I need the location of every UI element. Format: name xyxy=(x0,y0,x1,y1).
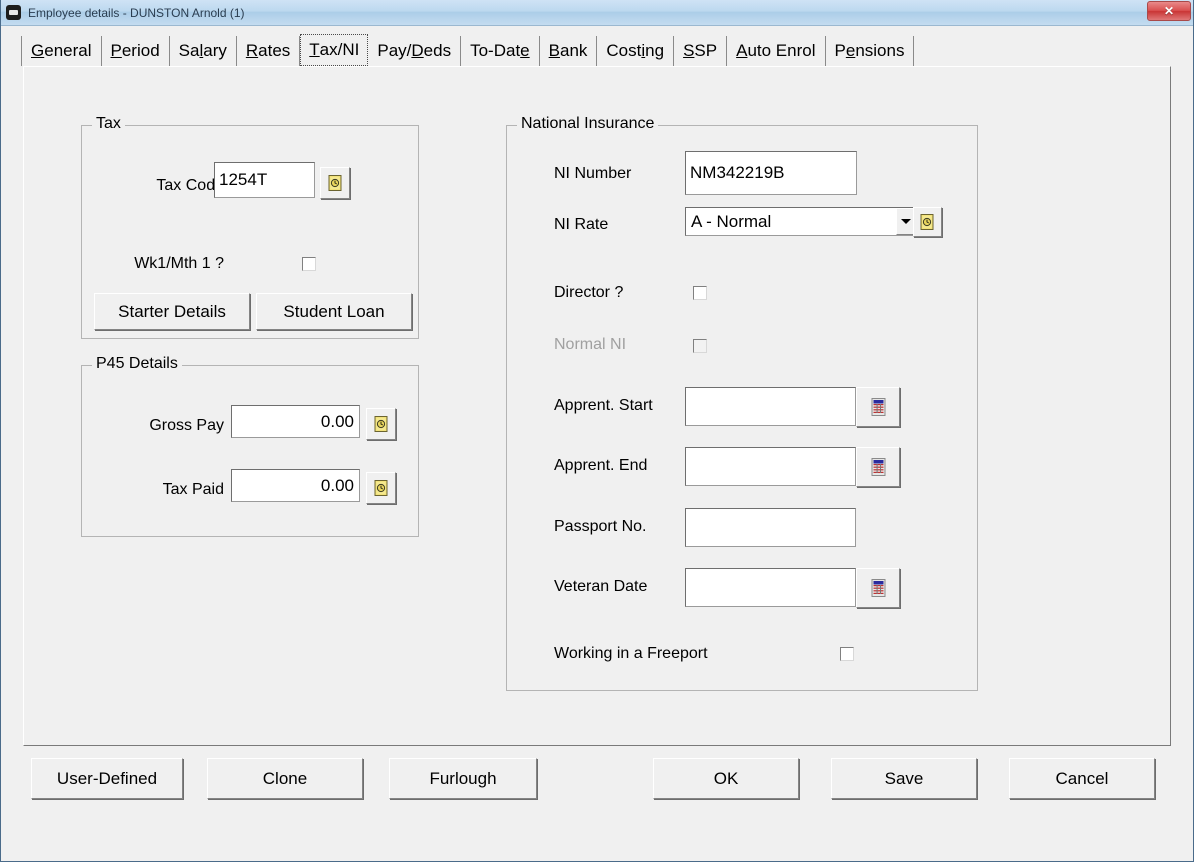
normal-ni-checkbox xyxy=(693,339,707,353)
wk1-mth1-label: Wk1/Mth 1 ? xyxy=(134,255,224,272)
tab-period[interactable]: Period xyxy=(101,36,170,66)
veteran-date-input[interactable] xyxy=(685,568,856,607)
gross-pay-input[interactable] xyxy=(231,405,360,438)
window-title: Employee details - DUNSTON Arnold (1) xyxy=(28,5,245,20)
close-button[interactable]: ✕ xyxy=(1147,1,1191,21)
gross-pay-lookup-button[interactable] xyxy=(366,408,396,440)
tab-pensions[interactable]: Pe nsions xyxy=(825,36,915,66)
apprent-start-input[interactable] xyxy=(685,387,856,426)
tab-rates[interactable]: Rates xyxy=(236,36,301,66)
tax-code-label: Tax Code xyxy=(156,177,224,194)
dialog-footer: User-Defined Clone Furlough OK Save Canc… xyxy=(1,746,1193,861)
calendar-icon xyxy=(871,398,885,416)
note-lookup-icon xyxy=(328,175,341,191)
note-lookup-icon xyxy=(374,480,387,496)
ok-button[interactable]: OK xyxy=(653,758,799,799)
passport-no-input[interactable] xyxy=(685,508,856,547)
calendar-icon xyxy=(871,458,885,476)
tax-code-input[interactable] xyxy=(214,162,315,198)
apprent-end-calendar-button[interactable] xyxy=(856,447,900,487)
ni-number-input[interactable] xyxy=(685,151,857,195)
tab-general[interactable]: General xyxy=(21,36,102,66)
apprent-end-label: Apprent. End xyxy=(554,457,648,474)
ni-rate-combobox[interactable]: A - Normal xyxy=(685,207,916,236)
tab-salary[interactable]: Sa l ary xyxy=(169,36,237,66)
p45-group: P45 Details xyxy=(81,355,419,537)
employee-details-window: Employee details - DUNSTON Arnold (1) ✕ … xyxy=(0,0,1194,862)
tab-content-panel: Tax Tax Code Wk1/Mth 1 ? Starter Details… xyxy=(23,66,1171,746)
director-label: Director ? xyxy=(554,284,624,301)
passport-no-label: Passport No. xyxy=(554,518,647,535)
freeport-label: Working in a Freeport xyxy=(554,645,708,662)
tax-paid-label: Tax Paid xyxy=(162,481,224,498)
clone-button[interactable]: Clone xyxy=(207,758,363,799)
apprent-end-input[interactable] xyxy=(685,447,856,486)
apprent-start-calendar-button[interactable] xyxy=(856,387,900,427)
note-lookup-icon xyxy=(374,416,387,432)
note-lookup-icon xyxy=(920,214,934,230)
furlough-button[interactable]: Furlough xyxy=(389,758,537,799)
wk1-mth1-checkbox[interactable] xyxy=(302,257,316,271)
user-defined-button[interactable]: User-Defined xyxy=(31,758,183,799)
freeport-checkbox[interactable] xyxy=(840,647,854,661)
tab-pay-deds[interactable]: Pay/Deds xyxy=(368,36,462,66)
tax-group-legend: Tax xyxy=(92,115,125,133)
tab-tax-ni[interactable]: Tax/NI xyxy=(300,34,369,66)
tab-costing[interactable]: Cost i ng xyxy=(597,36,675,66)
app-icon xyxy=(6,5,21,20)
tax-code-lookup-button[interactable] xyxy=(320,167,350,199)
director-checkbox[interactable] xyxy=(693,286,707,300)
tab-ssp[interactable]: S SP xyxy=(674,36,728,66)
chevron-down-icon xyxy=(900,219,911,224)
close-icon: ✕ xyxy=(1163,4,1175,18)
normal-ni-label: Normal NI xyxy=(554,336,627,353)
tab-to-date[interactable]: To-Dat e xyxy=(461,36,540,66)
gross-pay-label: Gross Pay xyxy=(149,417,224,434)
cancel-button[interactable]: Cancel xyxy=(1009,758,1155,799)
student-loan-button[interactable]: Student Loan xyxy=(256,293,412,330)
tab-strip: General Period Sa l ary Rates Tax/NI Pay/Deds To… xyxy=(1,26,1193,66)
tax-paid-input[interactable] xyxy=(231,469,360,502)
starter-details-button[interactable]: Starter Details xyxy=(94,293,250,330)
ni-rate-value: A - Normal xyxy=(691,211,772,231)
title-bar: Employee details - DUNSTON Arnold (1) ✕ xyxy=(1,0,1193,26)
calendar-icon xyxy=(871,579,885,597)
ni-rate-label: NI Rate xyxy=(554,216,609,233)
apprent-start-label: Apprent. Start xyxy=(554,397,653,414)
tax-paid-lookup-button[interactable] xyxy=(366,472,396,504)
tab-auto-enrol[interactable]: Auto Enrol xyxy=(727,36,826,66)
p45-group-legend: P45 Details xyxy=(92,355,182,373)
ni-group-legend: National Insurance xyxy=(517,115,659,133)
ni-number-label: NI Number xyxy=(554,165,632,182)
ni-rate-lookup-button[interactable] xyxy=(913,207,942,237)
tab-bank[interactable]: Bank xyxy=(539,36,598,66)
save-button[interactable]: Save xyxy=(831,758,977,799)
veteran-date-label: Veteran Date xyxy=(554,578,648,595)
veteran-date-calendar-button[interactable] xyxy=(856,568,900,608)
